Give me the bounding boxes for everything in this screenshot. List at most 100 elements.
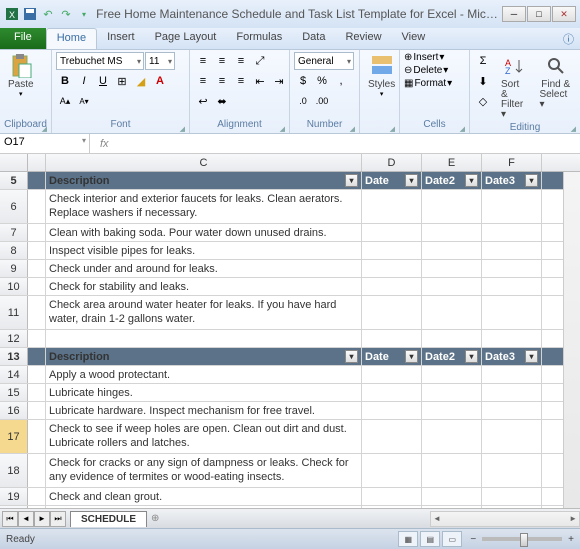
- close-button[interactable]: ✕: [552, 6, 576, 22]
- cell-header-date[interactable]: Date3▾: [482, 172, 542, 189]
- cell[interactable]: [422, 224, 482, 241]
- row-header[interactable]: 15: [0, 384, 28, 401]
- align-center-icon[interactable]: ≡: [213, 72, 231, 90]
- col-header-b[interactable]: [28, 154, 46, 171]
- cell[interactable]: [28, 348, 46, 365]
- cell-header-desc[interactable]: Description▾: [46, 172, 362, 189]
- cell[interactable]: [482, 330, 542, 347]
- table-row[interactable]: 8Inspect visible pipes for leaks.: [0, 242, 580, 260]
- zoom-in-button[interactable]: +: [568, 534, 574, 545]
- cell[interactable]: [482, 366, 542, 383]
- cell[interactable]: [362, 454, 422, 487]
- font-size-combo[interactable]: 11: [145, 52, 175, 70]
- row-header[interactable]: 6: [0, 190, 28, 223]
- table-row[interactable]: 18Check for cracks or any sign of dampne…: [0, 454, 580, 488]
- table-row[interactable]: 15 Lubricate hinges.: [0, 384, 580, 402]
- table-row[interactable]: 12: [0, 330, 580, 348]
- cell[interactable]: [482, 384, 542, 401]
- cell[interactable]: [482, 242, 542, 259]
- cell[interactable]: [482, 420, 542, 453]
- table-row[interactable]: 10Check for stability and leaks.: [0, 278, 580, 296]
- italic-button[interactable]: I: [75, 72, 93, 90]
- cell[interactable]: [28, 278, 46, 295]
- currency-icon[interactable]: $: [294, 72, 312, 90]
- underline-button[interactable]: U: [94, 72, 112, 90]
- tab-insert[interactable]: Insert: [97, 28, 145, 49]
- cell[interactable]: [28, 506, 46, 508]
- col-header-c[interactable]: C: [46, 154, 362, 171]
- cell[interactable]: [28, 454, 46, 487]
- row-header[interactable]: 16: [0, 402, 28, 419]
- cell[interactable]: [422, 190, 482, 223]
- cell-header-date[interactable]: Date▾: [362, 348, 422, 365]
- cell[interactable]: [28, 384, 46, 401]
- row-header[interactable]: 5: [0, 172, 28, 189]
- zoom-out-button[interactable]: −: [470, 534, 476, 545]
- filter-dropdown-icon[interactable]: ▾: [405, 350, 418, 363]
- align-top-icon[interactable]: ≡: [194, 52, 212, 70]
- bold-button[interactable]: B: [56, 72, 74, 90]
- maximize-button[interactable]: □: [527, 6, 551, 22]
- save-icon[interactable]: [22, 6, 38, 22]
- merge-center-icon[interactable]: ⬌: [213, 92, 231, 110]
- cell[interactable]: Check to see if weep holes are open. Cle…: [46, 420, 362, 453]
- table-row[interactable]: 19 Check and clean grout.: [0, 488, 580, 506]
- table-row[interactable]: 11Check area around water heater for lea…: [0, 296, 580, 330]
- cell[interactable]: [482, 224, 542, 241]
- cell[interactable]: [422, 506, 482, 508]
- filter-dropdown-icon[interactable]: ▾: [465, 350, 478, 363]
- table-row[interactable]: 20: [0, 506, 580, 508]
- cell[interactable]: [362, 224, 422, 241]
- row-header[interactable]: 7: [0, 224, 28, 241]
- percent-icon[interactable]: %: [313, 72, 331, 90]
- cell[interactable]: [46, 506, 362, 508]
- cell[interactable]: Lubricate hinges.: [46, 384, 362, 401]
- filter-dropdown-icon[interactable]: ▾: [345, 174, 358, 187]
- tab-view[interactable]: View: [392, 28, 436, 49]
- row-header[interactable]: 9: [0, 260, 28, 277]
- cell[interactable]: Check and clean grout.: [46, 488, 362, 505]
- cell[interactable]: [362, 366, 422, 383]
- decimal-dec-icon[interactable]: .00: [313, 92, 331, 110]
- tab-data[interactable]: Data: [292, 28, 335, 49]
- cell[interactable]: [422, 296, 482, 329]
- cell[interactable]: [362, 190, 422, 223]
- cell[interactable]: [482, 506, 542, 508]
- cell-header-date[interactable]: Date2▾: [422, 348, 482, 365]
- page-break-view-button[interactable]: ▭: [442, 531, 462, 547]
- row-header[interactable]: 8: [0, 242, 28, 259]
- clear-icon[interactable]: ◇: [474, 92, 492, 110]
- new-sheet-icon[interactable]: ⊕: [151, 513, 159, 524]
- excel-icon[interactable]: X: [4, 6, 20, 22]
- col-header-e[interactable]: E: [422, 154, 482, 171]
- row-header[interactable]: 19: [0, 488, 28, 505]
- cell-header-date[interactable]: Date2▾: [422, 172, 482, 189]
- cell[interactable]: [28, 190, 46, 223]
- tab-home[interactable]: Home: [46, 28, 97, 49]
- filter-dropdown-icon[interactable]: ▾: [345, 350, 358, 363]
- tab-review[interactable]: Review: [335, 28, 391, 49]
- cell[interactable]: [28, 224, 46, 241]
- cell[interactable]: [482, 190, 542, 223]
- decimal-inc-icon[interactable]: .0: [294, 92, 312, 110]
- table-row[interactable]: 17Check to see if weep holes are open. C…: [0, 420, 580, 454]
- sheet-nav-last[interactable]: ⏭: [50, 511, 66, 527]
- horizontal-scrollbar[interactable]: [430, 511, 580, 527]
- sheet-tab-schedule[interactable]: SCHEDULE: [70, 511, 147, 527]
- paste-button[interactable]: Paste▾: [4, 52, 38, 100]
- cell[interactable]: [422, 488, 482, 505]
- insert-cells-button[interactable]: ⊕ Insert ▾: [404, 52, 452, 63]
- cell[interactable]: [422, 420, 482, 453]
- fx-icon[interactable]: fx: [100, 138, 109, 150]
- cell[interactable]: [28, 488, 46, 505]
- cell-header-desc[interactable]: Description▾: [46, 348, 362, 365]
- row-header[interactable]: 12: [0, 330, 28, 347]
- number-format-combo[interactable]: General: [294, 52, 354, 70]
- page-layout-view-button[interactable]: ▤: [420, 531, 440, 547]
- row-header[interactable]: 13: [0, 348, 28, 365]
- cell[interactable]: [422, 384, 482, 401]
- cell[interactable]: [422, 330, 482, 347]
- comma-icon[interactable]: ,: [332, 72, 350, 90]
- table-row[interactable]: 16Lubricate hardware. Inspect mechanism …: [0, 402, 580, 420]
- cell[interactable]: [482, 260, 542, 277]
